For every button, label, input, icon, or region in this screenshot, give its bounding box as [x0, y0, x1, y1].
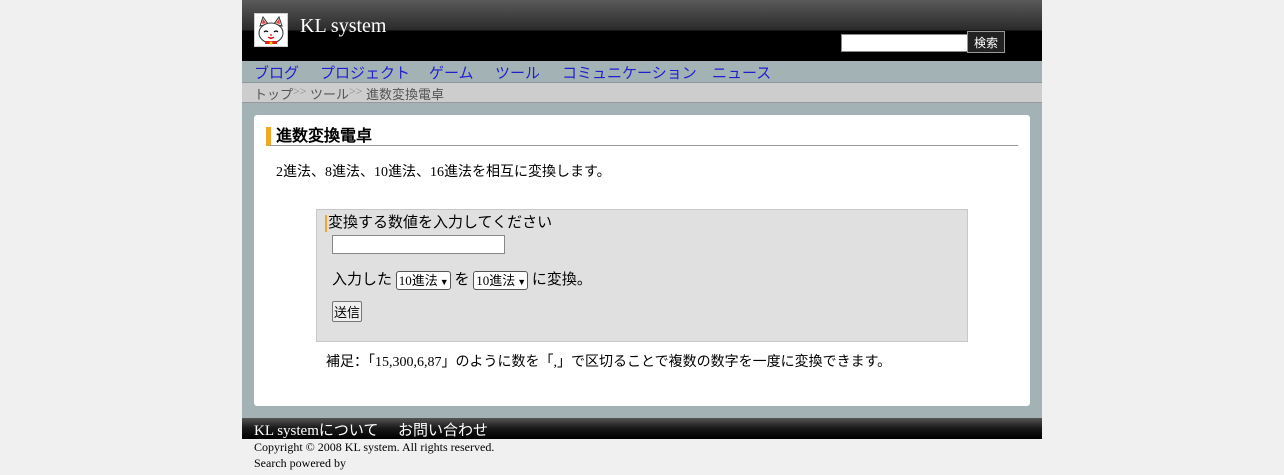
text-before-label: 入力した [332, 272, 393, 288]
text-middle-label: を [454, 272, 470, 288]
conversion-form: 変換する数値を入力してください 入力した 10進法 ▼ を 10進法 ▼ に変換。 … [316, 209, 968, 342]
text-after-label: に変換。 [531, 272, 592, 288]
nav-item-communication[interactable]: コミュニケーション [562, 62, 697, 83]
conversion-row: 入力した 10進法 ▼ を 10進法 ▼ に変換。 [332, 268, 592, 291]
maneki-neko-cat-icon[interactable] [254, 13, 288, 47]
number-input[interactable] [332, 235, 505, 254]
page-description: 2進法、8進法、10進法、16進法を相互に変換します。 [276, 165, 611, 180]
search-powered-text: Search powered by [254, 456, 346, 470]
to-base-value: 10進法 [476, 273, 516, 289]
nav-item-tool[interactable]: ツール [495, 62, 540, 83]
page-title: 進数変換電卓 [266, 127, 1018, 146]
nav-item-game[interactable]: ゲーム [429, 62, 474, 83]
breadcrumb-separator: >> [349, 84, 363, 98]
copyright-text: Copyright © 2008 KL system. All rights r… [254, 440, 495, 454]
nav-item-blog[interactable]: ブログ [254, 62, 299, 83]
from-base-select[interactable]: 10進法 ▼ [395, 271, 451, 291]
site-title[interactable]: KL system [300, 15, 386, 38]
content-panel: 進数変換電卓 2進法、8進法、10進法、16進法を相互に変換します。 変換する数… [254, 115, 1030, 406]
nav-item-news[interactable]: ニュース [712, 62, 771, 83]
search-button[interactable]: 検索 [967, 31, 1005, 53]
nav-item-project[interactable]: プロジェクト [320, 62, 410, 83]
page-wrapper: KL system 検索 ブログ プロジェクト ゲーム ツール コミュニケーショ… [242, 0, 1042, 475]
usage-note: 補足：「15,300,6,87」のように数を「,」で区切ることで複数の数字を一度… [326, 355, 892, 370]
chevron-down-icon: ▼ [517, 277, 527, 288]
page-title-text: 進数変換電卓 [276, 128, 373, 145]
site-header: KL system 検索 [242, 0, 1042, 61]
main-area: 進数変換電卓 2進法、8進法、10進法、16進法を相互に変換します。 変換する数… [242, 103, 1042, 418]
breadcrumb-separator: >> [293, 84, 307, 98]
form-prompt-label: 変換する数値を入力してください [325, 215, 552, 232]
footer-link-contact[interactable]: お問い合わせ [398, 419, 488, 440]
footer-link-about[interactable]: KL systemについて [254, 419, 378, 440]
breadcrumb-item-top[interactable]: トップ [254, 84, 293, 103]
main-nav: ブログ プロジェクト ゲーム ツール コミュニケーション ニュース [242, 61, 1042, 83]
breadcrumb: トップ >> ツール >> 進数変換電卓 [242, 83, 1042, 103]
breadcrumb-item-current: 進数変換電卓 [366, 87, 445, 102]
from-base-value: 10進法 [398, 273, 438, 289]
breadcrumb-item-tool[interactable]: ツール [310, 84, 349, 103]
to-base-select[interactable]: 10進法 ▼ [473, 271, 529, 291]
submit-button[interactable]: 送信 [332, 301, 362, 322]
footer-bar: KL systemについて お問い合わせ [242, 418, 1042, 439]
chevron-down-icon: ▼ [439, 277, 449, 288]
search-input[interactable] [841, 34, 968, 52]
